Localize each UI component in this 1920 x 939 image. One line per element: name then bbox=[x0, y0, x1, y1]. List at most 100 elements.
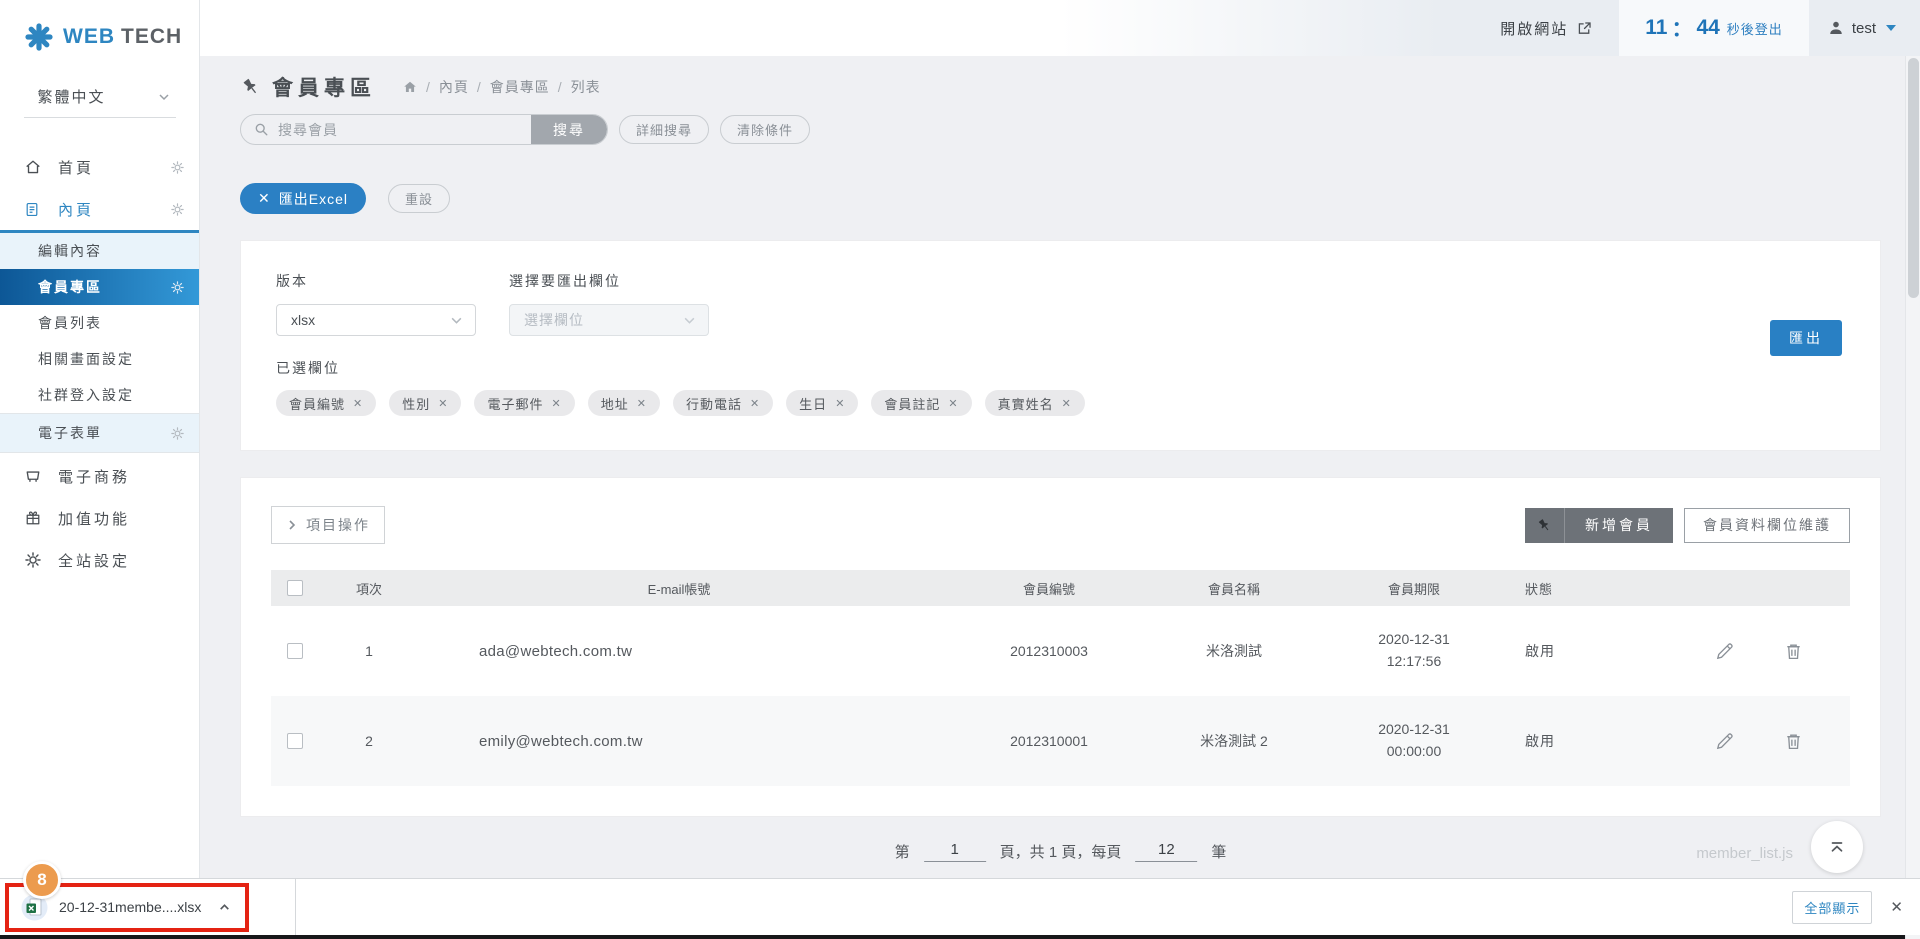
remove-tag-icon[interactable]: ✕ bbox=[750, 397, 760, 410]
gear-icon[interactable] bbox=[170, 280, 185, 295]
row-checkbox[interactable] bbox=[287, 643, 303, 659]
search-input[interactable] bbox=[270, 122, 531, 138]
delete-button[interactable] bbox=[1783, 731, 1804, 752]
sidebar-item-ecommerce[interactable]: 電子商務 bbox=[0, 455, 199, 497]
language-select[interactable]: 繁體中文 bbox=[24, 86, 176, 118]
version-select[interactable]: xlsx bbox=[276, 304, 476, 336]
sidebar-item-label: 會員專區 bbox=[38, 277, 170, 297]
selected-fields-label: 已選欄位 bbox=[276, 358, 1842, 378]
row-member-name: 米洛測試 bbox=[1159, 641, 1309, 661]
remove-tag-icon[interactable]: ✕ bbox=[1062, 397, 1072, 410]
item-operations-button[interactable]: 項目操作 bbox=[271, 506, 385, 544]
expiry-time: 12:17:56 bbox=[1309, 651, 1519, 673]
sidebar-item-label: 內頁 bbox=[58, 199, 170, 220]
export-columns-field: 選擇要匯出欄位 選擇欄位 bbox=[509, 271, 709, 336]
sidebar-item-screen-settings[interactable]: 相關畫面設定 bbox=[0, 341, 199, 377]
sidebar-item-site-settings[interactable]: 全站設定 bbox=[0, 539, 199, 581]
user-menu[interactable]: test bbox=[1809, 0, 1920, 56]
page-number-input[interactable] bbox=[924, 841, 986, 862]
clear-filters-button[interactable]: 清除條件 bbox=[720, 115, 810, 144]
sidebar-item-addons[interactable]: 加值功能 bbox=[0, 497, 199, 539]
title-row: 會員專區 / 內頁 / 會員專區 / 列表 bbox=[240, 72, 1881, 102]
breadcrumb-item[interactable]: 列表 bbox=[571, 77, 601, 97]
expiry-time: 00:00:00 bbox=[1309, 741, 1519, 763]
scroll-to-top-button[interactable] bbox=[1811, 821, 1863, 873]
sidebar-item-inner-pages[interactable]: 內頁 bbox=[0, 188, 199, 230]
gear-icon[interactable] bbox=[170, 202, 185, 217]
window-bottom-edge bbox=[0, 935, 1920, 939]
column-header-member-id: 會員編號 bbox=[939, 579, 1159, 598]
open-site-link[interactable]: 開啟網站 bbox=[1490, 0, 1619, 56]
gear-icon[interactable] bbox=[170, 160, 185, 175]
tag-label: 行動電話 bbox=[686, 394, 742, 413]
edit-button[interactable] bbox=[1714, 641, 1735, 662]
sidebar-item-edit-content[interactable]: 編輯內容 bbox=[0, 233, 199, 269]
close-icon: ✕ bbox=[258, 190, 271, 207]
maintain-member-fields-button[interactable]: 會員資料欄位維護 bbox=[1684, 508, 1850, 543]
remove-tag-icon[interactable]: ✕ bbox=[948, 397, 958, 410]
row-actions bbox=[1669, 731, 1850, 752]
vertical-scrollbar[interactable] bbox=[1905, 56, 1920, 939]
field-tag[interactable]: 行動電話 ✕ bbox=[673, 390, 773, 416]
breadcrumb-item[interactable]: 內頁 bbox=[439, 77, 469, 97]
column-header-name: 會員名稱 bbox=[1159, 579, 1309, 598]
remove-tag-icon[interactable]: ✕ bbox=[353, 397, 363, 410]
sidebar-item-member-area[interactable]: 會員專區 bbox=[0, 269, 199, 305]
field-tag[interactable]: 真實姓名✕ bbox=[985, 390, 1085, 416]
app-window: WEB TECH 繁體中文 首頁 bbox=[0, 0, 1920, 878]
field-tag[interactable]: 性別✕ bbox=[389, 390, 461, 416]
export-button[interactable]: 匯出 bbox=[1770, 320, 1842, 356]
sidebar-item-home[interactable]: 首頁 bbox=[0, 146, 199, 188]
export-panel: 版本 xlsx 選擇要匯出欄位 選擇欄位 bbox=[240, 240, 1881, 451]
add-member-button[interactable]: 新增會員 bbox=[1525, 508, 1673, 543]
select-all-checkbox[interactable] bbox=[287, 580, 303, 596]
show-all-downloads-button[interactable]: 全部顯示 bbox=[1792, 891, 1872, 924]
row-index: 2 bbox=[319, 733, 419, 749]
close-download-bar-icon[interactable]: ✕ bbox=[1890, 898, 1903, 916]
advanced-search-button[interactable]: 詳細搜尋 bbox=[619, 115, 709, 144]
caret-up-icon[interactable] bbox=[218, 901, 231, 914]
download-bar-right: 全部顯示 ✕ bbox=[1792, 891, 1920, 924]
remove-tag-icon[interactable]: ✕ bbox=[835, 397, 845, 410]
gear-icon bbox=[24, 551, 46, 569]
field-tag[interactable]: 電子郵件✕ bbox=[474, 390, 574, 416]
remove-tag-icon[interactable]: ✕ bbox=[637, 397, 647, 410]
field-tag[interactable]: 生日✕ bbox=[786, 390, 858, 416]
delete-button[interactable] bbox=[1783, 641, 1804, 662]
field-tag[interactable]: 地址✕ bbox=[588, 390, 660, 416]
chevron-right-icon bbox=[286, 519, 298, 531]
table-row: 2 emily@webtech.com.tw 2012310001 米洛測試 2… bbox=[271, 696, 1850, 786]
reset-button[interactable]: 重設 bbox=[388, 184, 450, 213]
breadcrumb-item[interactable]: 會員專區 bbox=[490, 77, 550, 97]
edit-button[interactable] bbox=[1714, 731, 1735, 752]
page-title: 會員專區 bbox=[272, 72, 376, 102]
sidebar-nav: 首頁 內頁 編輯內容 bbox=[0, 146, 199, 581]
sidebar-item-label: 首頁 bbox=[58, 157, 170, 178]
house-icon[interactable] bbox=[402, 79, 418, 95]
field-tag[interactable]: 會員編號✕ bbox=[276, 390, 376, 416]
search-row: 搜尋 詳細搜尋 清除條件 bbox=[240, 114, 1881, 145]
expiry-date: 2020-12-31 bbox=[1309, 719, 1519, 741]
brand-logo: WEB TECH bbox=[0, 0, 199, 52]
tag-label: 會員註記 bbox=[884, 394, 940, 413]
sidebar-item-eforms[interactable]: 電子表單 bbox=[0, 413, 199, 453]
annotation-badge: 8 bbox=[23, 861, 61, 899]
remove-tag-icon[interactable]: ✕ bbox=[438, 397, 448, 410]
row-checkbox[interactable] bbox=[287, 733, 303, 749]
field-tag[interactable]: 會員註記 ✕ bbox=[871, 390, 971, 416]
per-page-input[interactable] bbox=[1135, 841, 1197, 862]
document-icon bbox=[24, 201, 46, 218]
download-filename[interactable]: 20-12-31membe....xlsx bbox=[59, 899, 201, 915]
export-columns-select[interactable]: 選擇欄位 bbox=[509, 304, 709, 336]
row-actions bbox=[1669, 641, 1850, 662]
external-link-icon bbox=[1576, 20, 1593, 37]
download-item-annotation: 8 20-12-31membe....xlsx bbox=[5, 883, 249, 932]
sidebar-item-social-login[interactable]: 社群登入設定 bbox=[0, 377, 199, 413]
scrollbar-thumb[interactable] bbox=[1908, 58, 1919, 298]
export-excel-button[interactable]: ✕ 匯出Excel bbox=[240, 183, 366, 214]
sidebar-item-member-list[interactable]: 會員列表 bbox=[0, 305, 199, 341]
search-button[interactable]: 搜尋 bbox=[531, 114, 607, 145]
gear-icon[interactable] bbox=[170, 426, 185, 441]
page-content: 會員專區 / 內頁 / 會員專區 / 列表 bbox=[200, 56, 1920, 878]
remove-tag-icon[interactable]: ✕ bbox=[551, 397, 561, 410]
